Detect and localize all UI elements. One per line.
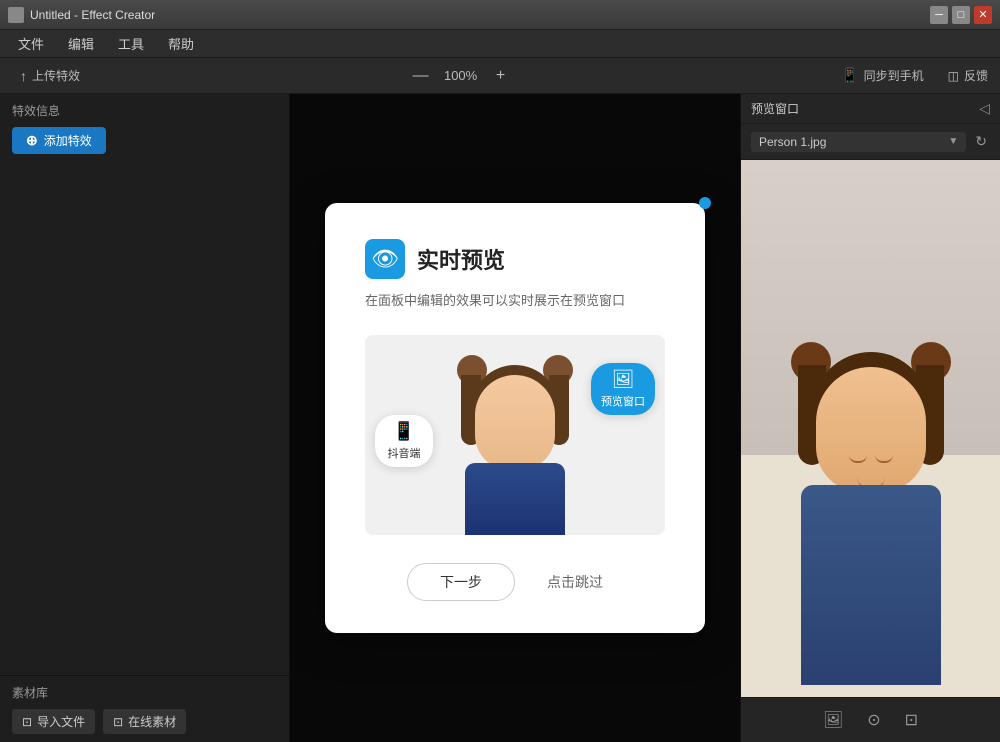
right-panel-footer: 🖼 ⊙ ⊡ — [741, 697, 1000, 742]
window-title: Untitled - Effect Creator — [30, 8, 155, 22]
preview-person-figure — [781, 317, 961, 697]
menu-file[interactable]: 文件 — [8, 32, 54, 55]
panel-footer-image-icon[interactable]: 🖼 — [819, 706, 847, 734]
feedback-label: 反馈 — [964, 67, 988, 84]
menu-edit[interactable]: 编辑 — [58, 32, 104, 55]
person-body — [465, 463, 565, 535]
douyin-bubble-icon: 📱 — [393, 421, 415, 442]
skip-button[interactable]: 点击跳过 — [527, 563, 623, 601]
close-button[interactable]: ✕ — [974, 6, 992, 24]
file-selector: Person 1.jpg ▼ ↻ — [741, 124, 1000, 160]
feedback-icon: ◫ — [948, 69, 959, 83]
modal-illustration: 🖼 预览窗口 📱 抖音端 — [365, 335, 665, 535]
sidebar-spacer — [0, 158, 289, 675]
panel-footer-square-icon[interactable]: ⊡ — [901, 706, 922, 734]
minimize-button[interactable]: ─ — [930, 6, 948, 24]
person-face — [475, 375, 555, 470]
zoom-in-button[interactable]: + — [491, 66, 511, 86]
person-illustration — [445, 345, 585, 525]
online-asset-label: 在线素材 — [128, 713, 176, 730]
panel-footer-circle-icon[interactable]: ⊙ — [863, 706, 884, 734]
left-sidebar: 特效信息 ⊕ 添加特效 素材库 ⊡ 导入文件 ⊡ 在线素材 — [0, 94, 290, 742]
preview-callout-bubble: 🖼 预览窗口 — [591, 363, 655, 415]
pp-body — [801, 485, 941, 685]
add-effect-label: 添加特效 — [44, 132, 92, 149]
preview-image-area — [741, 160, 1000, 697]
modal-corner-dot — [699, 197, 711, 209]
effects-section-title: 特效信息 — [0, 94, 289, 123]
modal-header: 👁 实时预览 — [365, 239, 665, 279]
pp-eye-left — [849, 455, 867, 463]
menu-help[interactable]: 帮助 — [158, 32, 204, 55]
add-effect-button[interactable]: ⊕ 添加特效 — [12, 127, 106, 154]
pp-eye-right — [875, 455, 893, 463]
toolbar: ↑ 上传特效 — 100% + 📱 同步到手机 ◫ 反馈 — [0, 58, 1000, 94]
eye-icon: 👁 — [365, 239, 405, 279]
sync-label: 同步到手机 — [864, 67, 924, 84]
menu-bar: 文件 编辑 工具 帮助 — [0, 30, 1000, 58]
title-bar: Untitled - Effect Creator ─ □ ✕ — [0, 0, 1000, 30]
onboarding-modal: 👁 实时预览 在面板中编辑的效果可以实时展示在预览窗口 — [325, 203, 705, 634]
file-dropdown[interactable]: Person 1.jpg ▼ — [751, 132, 966, 152]
selected-file-name: Person 1.jpg — [759, 135, 826, 149]
zoom-controls: — 100% + — [100, 66, 821, 86]
import-icon: ⊡ — [22, 715, 32, 729]
asset-section-title: 素材库 — [0, 675, 289, 705]
modal-overlay: 👁 实时预览 在面板中编辑的效果可以实时展示在预览窗口 — [290, 94, 740, 742]
title-bar-left: Untitled - Effect Creator — [8, 7, 155, 23]
online-asset-button[interactable]: ⊡ 在线素材 — [103, 709, 186, 734]
right-panel-header: 预览窗口 ◁ — [741, 94, 1000, 124]
modal-subtitle: 在面板中编辑的效果可以实时展示在预览窗口 — [365, 291, 665, 312]
zoom-out-button[interactable]: — — [411, 66, 431, 86]
upload-effect-button[interactable]: ↑ 上传特效 — [12, 64, 88, 87]
plus-icon: ⊕ — [26, 132, 38, 149]
preview-panel-content — [741, 160, 1000, 697]
modal-title: 实时预览 — [417, 243, 505, 275]
feedback-button[interactable]: ◫ 反馈 — [948, 67, 988, 84]
menu-tools[interactable]: 工具 — [108, 32, 154, 55]
canvas-area: 👁 实时预览 在面板中编辑的效果可以实时展示在预览窗口 — [290, 94, 740, 742]
asset-buttons: ⊡ 导入文件 ⊡ 在线素材 — [0, 705, 289, 742]
pp-face — [816, 367, 926, 492]
refresh-button[interactable]: ↻ — [972, 130, 990, 153]
preview-bubble-label: 预览窗口 — [601, 393, 645, 409]
upload-label: 上传特效 — [32, 67, 80, 84]
upload-icon: ↑ — [20, 68, 27, 84]
right-panel: 预览窗口 ◁ Person 1.jpg ▼ ↻ — [740, 94, 1000, 742]
preview-bubble-icon: 🖼 — [612, 369, 635, 390]
maximize-button[interactable]: □ — [952, 6, 970, 24]
toolbar-right: 📱 同步到手机 ◫ 反馈 — [833, 64, 988, 87]
modal-buttons: 下一步 点击跳过 — [365, 563, 665, 601]
online-icon: ⊡ — [113, 715, 123, 729]
douyin-callout-bubble: 📱 抖音端 — [375, 415, 433, 467]
import-file-button[interactable]: ⊡ 导入文件 — [12, 709, 95, 734]
zoom-value: 100% — [441, 68, 481, 83]
window-controls[interactable]: ─ □ ✕ — [930, 6, 992, 24]
dropdown-arrow-icon: ▼ — [948, 136, 958, 147]
main-layout: 特效信息 ⊕ 添加特效 素材库 ⊡ 导入文件 ⊡ 在线素材 👁 — [0, 94, 1000, 742]
douyin-bubble-label: 抖音端 — [388, 445, 421, 461]
app-icon — [8, 7, 24, 23]
panel-collapse-button[interactable]: ◁ — [979, 100, 990, 117]
preview-panel-title: 预览窗口 — [751, 100, 799, 117]
import-label: 导入文件 — [37, 713, 85, 730]
sync-phone-button[interactable]: 📱 同步到手机 — [833, 64, 931, 87]
phone-icon: 📱 — [841, 67, 858, 84]
next-step-button[interactable]: 下一步 — [407, 563, 515, 601]
